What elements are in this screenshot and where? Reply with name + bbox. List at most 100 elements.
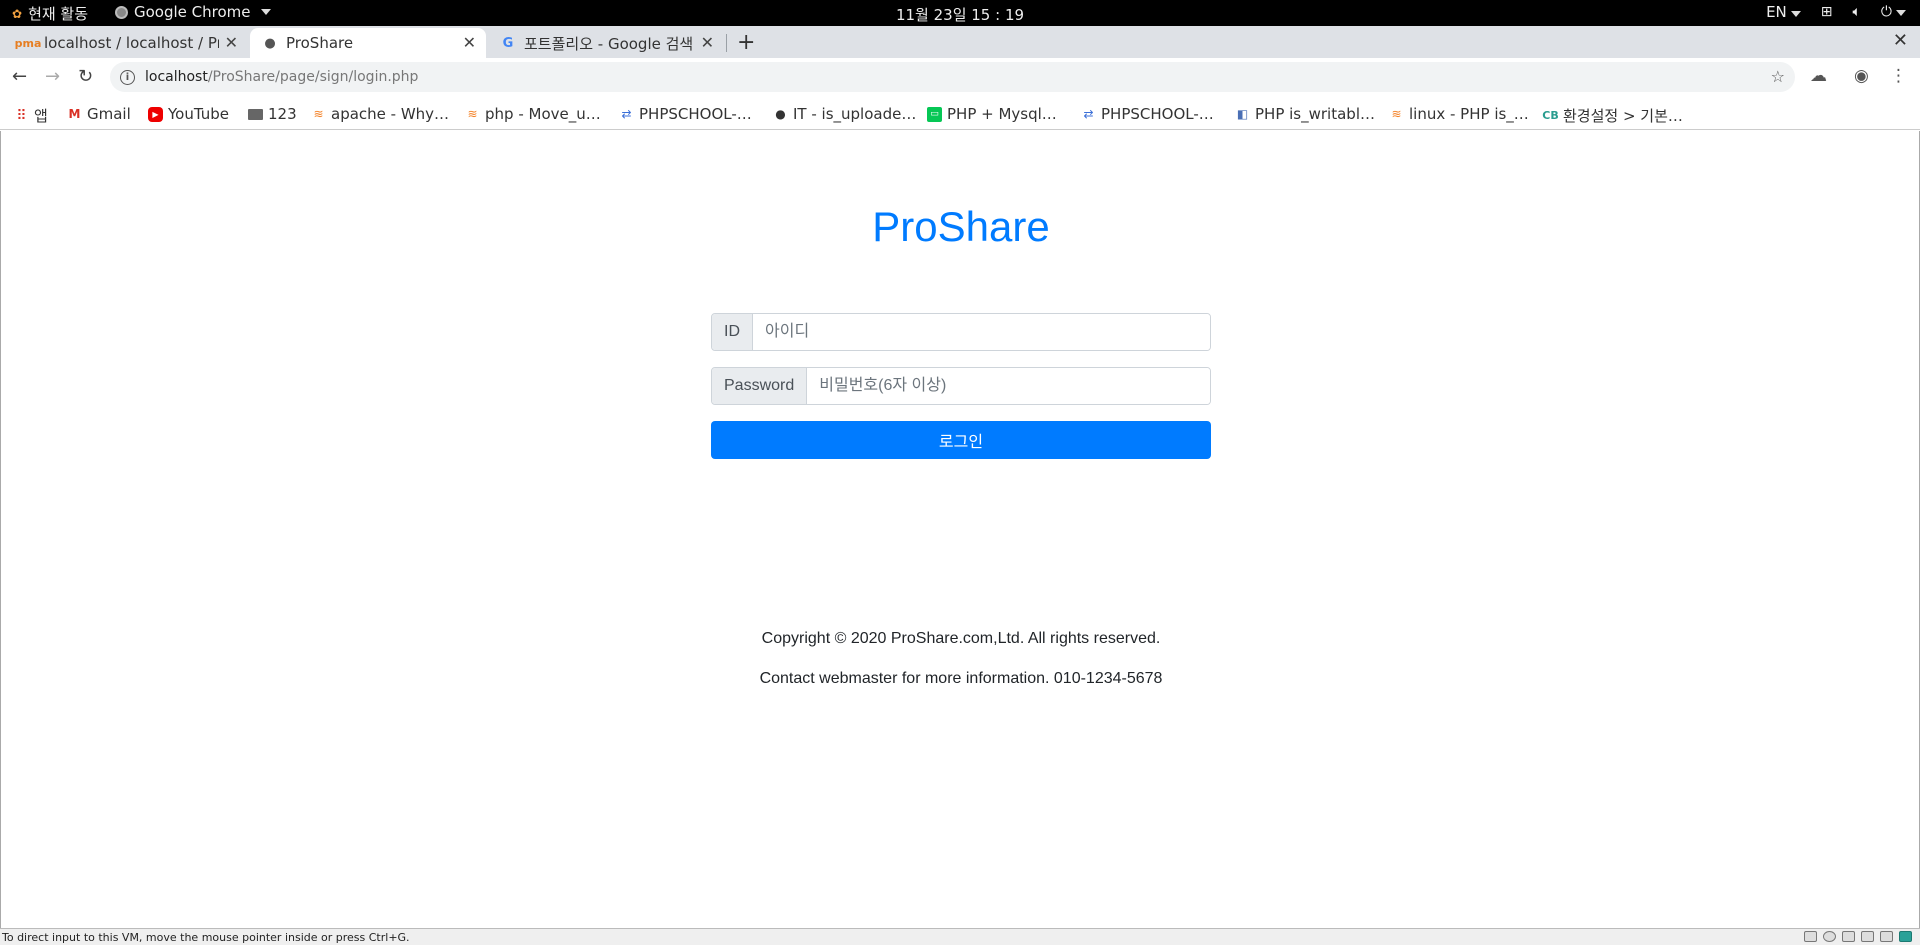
tab-title: ProShare [286,34,354,52]
bookmark-apache[interactable]: ≋ apache - Why… [311,105,449,123]
stackoverflow-icon: ≋ [1391,107,1402,121]
phpschool-icon: ⇄ [621,107,632,121]
tab-localhost[interactable]: pma localhost / localhost / Pro ✕ [8,28,248,58]
chevron-down-icon [1790,11,1801,17]
bookmark-phpschool-2[interactable]: ⇄ PHPSCHOOL-… [1081,105,1214,123]
bookmark-php-mysql[interactable]: ▭ PHP + Mysql… [927,105,1057,123]
back-arrow-icon[interactable]: ← [12,66,27,87]
printer-icon[interactable] [1861,931,1874,942]
hdd-icon[interactable] [1804,931,1817,942]
globe-icon: ● [775,107,786,121]
browser-toolbar: ← → ↻ i localhost/ProShare/page/sign/log… [0,58,1920,98]
bookmark-label: linux - PHP is_… [1409,105,1529,123]
tab-google-search[interactable]: G 포트폴리오 - Google 검색 ✕ [488,28,724,58]
google-icon: G [502,35,514,51]
bookmark-youtube[interactable]: ▶ YouTube [148,105,229,123]
brand-title: ProShare [872,203,1050,250]
bookmark-label: Gmail [87,105,131,123]
tab-separator [726,34,727,52]
system-top-bar: ✿ 현재 활동 Google Chrome 11월 23일 15 : 19 EN… [0,0,1920,26]
vm-status-bar: To direct input to this VM, move the mou… [0,928,1920,945]
network-adapter-icon[interactable] [1842,931,1855,942]
id-input[interactable] [753,314,1210,350]
bookmark-label: 123 [268,105,297,123]
app-menu[interactable]: Google Chrome [115,3,271,21]
cdrom-icon[interactable] [1823,931,1836,942]
id-input-group: ID [711,313,1211,351]
window-close-icon[interactable]: ✕ [1893,30,1908,51]
language-indicator[interactable]: EN [1766,3,1801,21]
stackoverflow-icon: ≋ [313,107,324,121]
bookmark-label: PHPSCHOOL-… [1101,105,1214,123]
activities-button[interactable]: ✿ 현재 활동 [12,3,88,24]
bookmark-label: PHP is_writabl… [1255,105,1375,123]
bookmark-star-icon[interactable]: ☆ [1771,67,1785,86]
phpmyadmin-icon: pma [14,36,42,50]
line-icon: ▭ [927,106,942,122]
bookmark-phpschool[interactable]: ⇄ PHPSCHOOL-… [619,105,752,123]
forward-arrow-icon[interactable]: → [45,66,60,87]
close-icon[interactable]: ✕ [225,33,238,52]
bookmarks-bar: ⠿ 앱 M Gmail ▶ YouTube 123 ≋ apache - Why… [0,98,1920,130]
network-icon[interactable]: ⊞ [1821,4,1833,20]
bookmark-php-move[interactable]: ≋ php - Move_u… [465,105,601,123]
app-name: Google Chrome [134,3,251,21]
activities-label: 현재 활동 [28,5,89,23]
stackoverflow-icon: ≋ [467,107,478,121]
bookmark-gmail[interactable]: M Gmail [67,105,131,123]
login-button[interactable]: 로그인 [711,421,1211,459]
password-label: Password [712,368,808,404]
id-label: ID [712,314,753,350]
gmail-icon: M [68,107,81,121]
reload-icon[interactable]: ↻ [78,66,93,87]
cloud-icon[interactable]: ☁︎ [1810,66,1827,86]
bookmark-php-is-writable[interactable]: ◧ PHP is_writabl… [1235,105,1375,123]
gnome-foot-icon: ✿ [12,6,23,21]
profile-avatar-icon[interactable]: ◉ [1854,66,1869,86]
bookmark-label: YouTube [168,105,229,123]
url-host: localhost [145,69,208,85]
close-icon[interactable]: ✕ [701,33,714,52]
php-icon: ◧ [1236,107,1249,121]
sound-icon[interactable] [1880,931,1893,942]
password-input[interactable] [807,368,1210,404]
tab-strip: pma localhost / localhost / Pro ✕ ● ProS… [0,26,1920,58]
close-icon[interactable]: ✕ [463,33,476,52]
apps-grid-icon: ⠿ [16,107,27,124]
bookmark-settings[interactable]: CB 환경설정 > 기본… [1542,105,1683,126]
clock[interactable]: 11월 23일 15 : 19 [0,4,1920,25]
new-tab-plus-icon[interactable]: + [737,30,755,55]
folder-icon [248,108,263,120]
page-viewport: ProShare ID Password 로그인 Copyright © 202… [0,131,1920,928]
bookmark-label: php - Move_u… [485,105,601,123]
tab-title: localhost / localhost / Pro [44,34,219,52]
bookmark-linux-php[interactable]: ≋ linux - PHP is_… [1389,105,1529,123]
tab-title: 포트폴리오 - Google 검색 [524,34,694,53]
bookmark-folder-123[interactable]: 123 [248,105,297,123]
volume-icon[interactable]: 🔈︎ [1853,4,1861,20]
url-path: /ProShare/page/sign/login.php [207,69,419,85]
menu-kebab-icon[interactable]: ⋮ [1890,66,1907,86]
bookmark-label: 앱 [34,107,48,125]
youtube-icon: ▶ [148,106,163,122]
cb-icon: CB [1542,109,1559,122]
bookmark-label: PHP + Mysql… [947,105,1057,123]
vm-message-icon[interactable] [1899,931,1912,942]
phpschool-icon: ⇄ [1083,107,1094,121]
address-bar[interactable]: i localhost/ProShare/page/sign/login.php… [110,62,1795,92]
copyright-text: Copyright © 2020 ProShare.com,Ltd. All r… [761,630,1161,647]
power-icon[interactable]: ⏻ [1881,4,1906,20]
bookmark-apps[interactable]: ⠿ 앱 [14,105,48,126]
globe-icon: ● [264,35,276,51]
tab-proshare[interactable]: ● ProShare ✕ [250,28,486,58]
chevron-down-icon [260,9,271,15]
password-input-group: Password [711,367,1211,405]
bookmark-label: PHPSCHOOL-… [639,105,752,123]
bookmark-it-is-uploaded[interactable]: ● IT - is_uploade… [773,105,916,123]
info-icon[interactable]: i [120,69,135,85]
bookmark-label: IT - is_uploade… [793,105,917,123]
vm-status-message: To direct input to this VM, move the mou… [2,930,410,944]
bookmark-label: 환경설정 > 기본… [1563,107,1683,125]
bookmark-label: apache - Why… [331,105,450,123]
contact-text: Contact webmaster for more information. … [759,670,1163,687]
